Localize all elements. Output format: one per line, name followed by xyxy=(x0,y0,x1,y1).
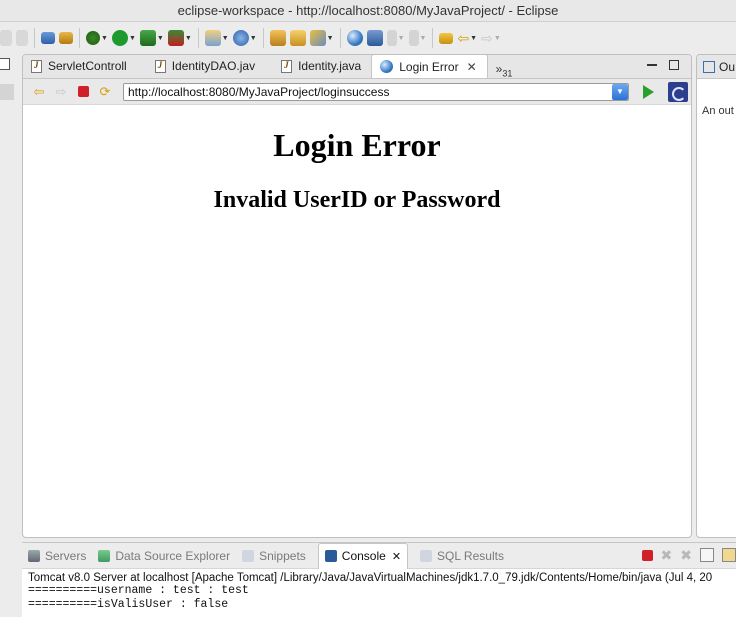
back-icon[interactable] xyxy=(0,27,12,49)
tab-label: SQL Results xyxy=(437,548,504,563)
tab-label: ServletControll xyxy=(48,59,127,73)
toolbar-separator xyxy=(79,28,80,48)
browser-content: Login Error Invalid UserID or Password xyxy=(23,105,691,535)
tab-label: Console xyxy=(341,549,386,563)
outline-panel: Ou An out xyxy=(696,54,736,538)
remove-launch-icon[interactable]: ✖ xyxy=(661,548,673,562)
new-package-icon[interactable]: ▼ xyxy=(232,27,257,49)
main-toolbar: ▼ ▼ ▼ ▼ ▼ ▼ ▼ ▼ ▼ ⇦ ▼ ⇨ ▼ xyxy=(0,22,736,54)
console-line: ==========isValisUser : false xyxy=(28,598,229,611)
toolbar-separator xyxy=(262,28,264,48)
url-input[interactable]: http://localhost:8080/MyJavaProject/logi… xyxy=(123,82,629,101)
tab-label: Servers xyxy=(45,548,87,563)
remove-all-icon[interactable]: ✖ xyxy=(680,548,692,562)
forward-history-icon[interactable]: ⇦ ▼ xyxy=(457,27,477,49)
run-icon[interactable]: ▼ xyxy=(111,27,136,49)
chevron-down-icon[interactable]: ▼ xyxy=(612,83,628,100)
java-file-icon xyxy=(154,59,166,73)
tab-label: Identity.java xyxy=(298,59,362,73)
tab-overflow-button[interactable]: »31 xyxy=(488,62,521,78)
java-file-icon xyxy=(31,59,42,73)
left-panel-selection xyxy=(0,84,14,100)
terminate-icon[interactable] xyxy=(641,549,653,561)
outline-tab-label: Ou xyxy=(719,59,736,74)
forward-icon[interactable] xyxy=(16,27,28,49)
tab-label: IdentityDAO.jav xyxy=(171,59,256,73)
open-folder-icon[interactable] xyxy=(269,27,286,49)
run-server-icon[interactable]: ▼ xyxy=(139,27,164,49)
prev-annotation-icon[interactable]: ▼ xyxy=(386,27,405,49)
overflow-count: 31 xyxy=(502,68,513,78)
open-file-icon[interactable] xyxy=(289,27,306,49)
globe-icon xyxy=(380,60,394,73)
last-edit-icon[interactable]: ▼ xyxy=(408,27,426,49)
next-annotation-icon[interactable] xyxy=(366,27,383,49)
tab-label: Login Error xyxy=(399,59,459,74)
back-arrow-icon[interactable]: ⇦ xyxy=(31,84,47,99)
outline-message: An out xyxy=(702,105,734,117)
editor-window-controls xyxy=(647,60,679,70)
search-icon[interactable]: ▼ xyxy=(309,27,334,49)
bottom-panel: Servers Data Source Explorer Snippets Co… xyxy=(22,542,736,617)
new-icon[interactable] xyxy=(41,27,55,49)
toolbar-separator xyxy=(339,28,341,48)
url-text: http://localhost:8080/MyJavaProject/logi… xyxy=(128,84,390,99)
sql-results-icon xyxy=(420,549,433,562)
console-icon xyxy=(324,550,337,562)
left-panel-stub xyxy=(0,54,16,554)
close-icon[interactable]: ✕ xyxy=(392,550,401,563)
back-history-icon[interactable] xyxy=(439,27,454,49)
window-title: eclipse-workspace - http://localhost:808… xyxy=(0,0,736,22)
editor-area: ServletControll IdentityDAO.jav Identity… xyxy=(22,54,692,538)
tab-identitydao[interactable]: IdentityDAO.jav xyxy=(147,55,265,78)
tab-label: Snippets xyxy=(259,548,306,563)
tab-snippets[interactable]: Snippets xyxy=(242,549,306,563)
minimize-icon[interactable] xyxy=(647,64,657,66)
go-icon[interactable] xyxy=(643,84,654,99)
stop-icon[interactable] xyxy=(75,85,91,99)
refresh-icon[interactable]: ⟳ xyxy=(97,84,113,99)
stop-server-icon[interactable]: ▼ xyxy=(167,27,192,49)
tab-servletcontroll[interactable]: ServletControll xyxy=(23,55,137,78)
save-icon[interactable] xyxy=(59,27,73,49)
tab-label: Data Source Explorer xyxy=(115,548,231,563)
page-title: Login Error xyxy=(273,127,441,163)
tab-data-source-explorer[interactable]: Data Source Explorer xyxy=(98,549,230,563)
java-file-icon xyxy=(281,59,293,73)
scroll-lock-icon[interactable] xyxy=(722,548,736,562)
servers-icon xyxy=(28,549,40,562)
restore-icon[interactable] xyxy=(0,58,10,70)
editor-tabs: ServletControll IdentityDAO.jav Identity… xyxy=(23,55,691,79)
bottom-panel-tabs: Servers Data Source Explorer Snippets Co… xyxy=(22,542,736,569)
close-icon[interactable]: ✕ xyxy=(467,60,477,74)
toolbar-separator xyxy=(432,28,434,48)
maximize-icon[interactable] xyxy=(669,60,679,70)
browser-nav-bar: ⇦ ⇨ ⟳ http://localhost:8080/MyJavaProjec… xyxy=(23,79,691,105)
globe-icon[interactable] xyxy=(346,27,363,49)
page-subtitle: Invalid UserID or Password xyxy=(213,187,501,213)
tab-outline[interactable]: Ou xyxy=(697,55,736,79)
tab-console[interactable]: Console ✕ xyxy=(317,542,409,569)
new-class-icon[interactable]: ▼ xyxy=(204,27,229,49)
forward-nav-icon[interactable]: ⇨ ▼ xyxy=(481,27,501,49)
clear-console-icon[interactable] xyxy=(700,548,714,562)
console-actions: ✖ ✖ xyxy=(641,548,736,562)
snippets-icon xyxy=(242,549,255,562)
toolbar-separator xyxy=(34,28,35,48)
tab-identity[interactable]: Identity.java xyxy=(273,55,371,78)
console-line: ==========username : test : test xyxy=(28,584,249,597)
tab-servers[interactable]: Servers xyxy=(28,549,86,563)
forward-arrow-icon[interactable]: ⇨ xyxy=(53,84,69,99)
console-process-label: Tomcat v8.0 Server at localhost [Apache … xyxy=(28,572,713,584)
tab-sql-results[interactable]: SQL Results xyxy=(420,549,504,563)
debug-icon[interactable]: ▼ xyxy=(86,27,108,49)
tab-login-error[interactable]: Login Error ✕ xyxy=(371,55,488,78)
outline-icon xyxy=(703,60,715,73)
data-source-icon xyxy=(98,549,111,562)
toolbar-separator xyxy=(197,28,199,48)
eclipse-icon[interactable] xyxy=(668,81,688,102)
